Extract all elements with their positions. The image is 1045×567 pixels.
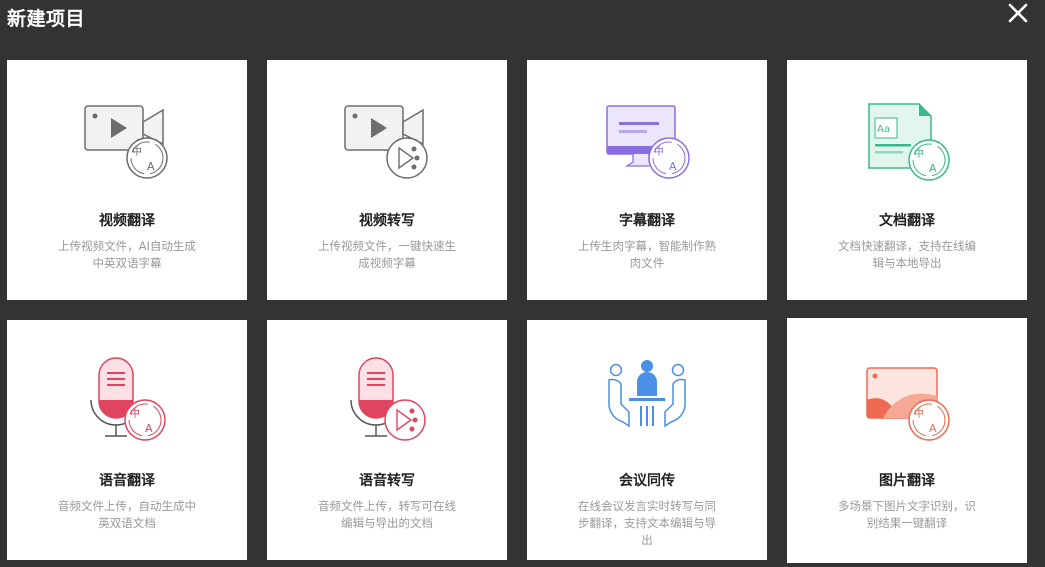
svg-text:中: 中	[132, 145, 142, 158]
card-subtitle-translate[interactable]: 中 A 字幕翻译 上传生肉字幕，智能制作熟肉文件	[527, 60, 767, 300]
card-video-transcribe[interactable]: 视频转写 上传视频文件，一键快速生成视频字幕	[267, 60, 507, 300]
card-title: 视频翻译	[99, 213, 155, 229]
card-audio-transcribe[interactable]: 语音转写 音频文件上传，转写可在线编辑与导出的文档	[267, 320, 507, 560]
card-description: 音频文件上传，转写可在线编辑与导出的文档	[318, 499, 456, 530]
subtitle-translate-icon: 中 A	[606, 105, 690, 179]
svg-text:中: 中	[914, 147, 924, 160]
card-title: 图片翻译	[879, 473, 935, 489]
card-title: 字幕翻译	[619, 213, 675, 229]
card-video-translate[interactable]: 中 A 视频翻译 上传视频文件，AI自动生成中英双语字幕	[7, 60, 247, 300]
card-title: 会议同传	[619, 473, 675, 489]
new-project-dialog: 新建项目 中 A 视频翻译 上传视频文件，AI自动生成中英双语字幕 视频转写 上…	[0, 0, 1045, 567]
video-translate-icon: 中 A	[84, 105, 168, 179]
close-icon[interactable]	[1005, 0, 1031, 26]
card-description: 上传视频文件，AI自动生成中英双语字幕	[58, 239, 196, 270]
card-title: 视频转写	[359, 213, 415, 229]
image-translate-icon: 中 A	[866, 367, 950, 441]
svg-text:A: A	[147, 160, 155, 173]
dialog-title: 新建项目	[7, 8, 86, 30]
svg-text:A: A	[145, 422, 153, 435]
card-description: 上传生肉字幕，智能制作熟肉文件	[578, 239, 716, 270]
card-document-translate[interactable]: Aa 中 A 文档翻译 文档快速翻译，支持在线编辑与本地导出	[787, 60, 1027, 300]
meeting-interpret-icon	[608, 360, 686, 428]
card-audio-translate[interactable]: 中 A 语音翻译 音频文件上传，自动生成中英双语文档	[7, 320, 247, 560]
card-description: 音频文件上传，自动生成中英双语文档	[58, 499, 196, 530]
svg-text:中: 中	[654, 145, 664, 158]
svg-text:A: A	[669, 160, 677, 173]
svg-text:Aa: Aa	[877, 124, 890, 135]
svg-text:中: 中	[130, 407, 140, 420]
video-transcribe-icon	[344, 105, 428, 179]
card-description: 多场景下图片文字识别，识别结果一键翻译	[838, 499, 976, 530]
card-title: 语音转写	[359, 473, 415, 489]
card-description: 上传视频文件，一键快速生成视频字幕	[318, 239, 456, 270]
svg-text:A: A	[929, 162, 937, 175]
document-translate-icon: Aa 中 A	[868, 103, 950, 181]
card-description: 在线会议发言实时转写与同步翻译，支持文本编辑与导出	[578, 499, 716, 547]
audio-translate-icon: 中 A	[90, 357, 166, 441]
card-description: 文档快速翻译，支持在线编辑与本地导出	[838, 239, 976, 270]
card-title: 语音翻译	[99, 473, 155, 489]
card-image-translate[interactable]: 中 A 图片翻译 多场景下图片文字识别，识别结果一键翻译	[787, 318, 1027, 563]
svg-text:中: 中	[914, 407, 924, 420]
card-title: 文档翻译	[879, 213, 935, 229]
card-meeting-interpret[interactable]: 会议同传 在线会议发言实时转写与同步翻译，支持文本编辑与导出	[527, 320, 767, 560]
svg-text:A: A	[929, 422, 937, 435]
audio-transcribe-icon	[350, 357, 426, 441]
